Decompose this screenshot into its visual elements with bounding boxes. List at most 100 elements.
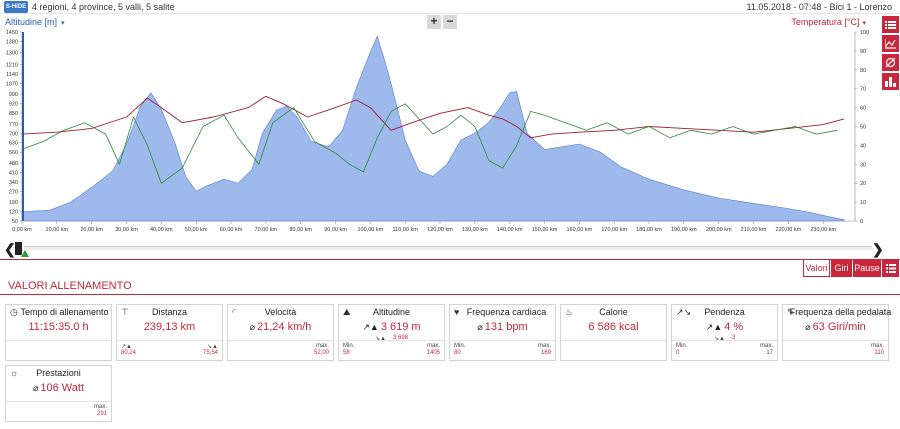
x-tick-label: 0,00 km: [12, 227, 32, 233]
card-title: Altitudine: [372, 307, 411, 317]
x-tick-label: 230,00 km: [810, 227, 836, 233]
navigator-track[interactable]: [24, 246, 872, 250]
y-left-tick-label: 410: [9, 170, 18, 176]
card-divider: [672, 340, 777, 341]
x-tick-label: 220,00 km: [776, 227, 802, 233]
chevron-left-icon[interactable]: ❮: [4, 241, 16, 257]
tab-giri[interactable]: Giri: [831, 260, 852, 277]
card-frequenza-cardiaca: ♥ Frequenza cardiaca ⌀ 131 bpm Min. 80 ma…: [449, 304, 556, 361]
max-label: max.: [315, 343, 329, 349]
card-title: Distanza: [151, 307, 187, 317]
y-right-tick-label: 0: [860, 219, 863, 225]
x-tick-label: 130,00 km: [462, 227, 488, 233]
card-pedalata: ✎ Frequenza della pedalata ⌀ 63 Giri/min …: [782, 304, 891, 361]
y-left-tick-label: 50: [12, 219, 18, 225]
card-divider: [450, 340, 555, 341]
min-value: 0: [676, 350, 680, 356]
max-value: 17: [766, 350, 773, 356]
y-right-tick-label: 70: [860, 87, 866, 93]
y-left-tick-label: 560: [9, 150, 18, 156]
max-label: max.: [537, 343, 551, 349]
list-icon[interactable]: [882, 260, 899, 277]
card-value: 11:15:35.0 h: [28, 321, 89, 333]
x-tick-label: 40,00 km: [150, 227, 173, 233]
max-value: 169: [540, 350, 551, 356]
y-right-tick-label: 100: [860, 30, 869, 36]
x-tick-label: 30,00 km: [115, 227, 138, 233]
y-left-tick-label: 1140: [6, 72, 18, 78]
y-left-tick-label: 770: [9, 122, 18, 128]
y-left-tick-label: 120: [9, 210, 18, 216]
y-left-tick-label: 190: [9, 200, 18, 206]
x-tick-label: 140,00 km: [497, 227, 523, 233]
y-right-tick-label: 20: [860, 181, 866, 187]
max-label: max.: [759, 343, 773, 349]
card-title: Frequenza cardiaca: [466, 307, 547, 317]
card-title: Pendenza: [704, 307, 745, 317]
altitude-area: [21, 35, 845, 222]
y-right-tick-label: 60: [860, 106, 866, 112]
left-axis-selector[interactable]: Altitudine [m] ▾: [5, 17, 65, 27]
card-value-row: ⌀ 106 Watt: [6, 382, 111, 394]
ride-time: 07:48: [798, 2, 822, 12]
right-axis-selector[interactable]: Temperatura [°C] ▾: [791, 17, 866, 27]
section-underline: [0, 294, 900, 295]
max-value: 52,00: [313, 350, 329, 356]
max-value: 1405: [426, 350, 440, 356]
distance-uphill: 80,24: [121, 350, 137, 356]
x-tick-label: 10,00 km: [46, 227, 69, 233]
caret-down-icon: ▾: [61, 20, 65, 27]
card-title: Prestazioni: [36, 368, 81, 378]
y-right-tick-label: 50: [860, 125, 866, 131]
card-value: 63 Giri/min: [812, 321, 866, 333]
uphill-icon: ↗▲: [705, 322, 723, 332]
zoom-in-button[interactable]: +: [427, 15, 441, 29]
y-left-tick-label: 920: [9, 102, 18, 108]
x-tick-label: 170,00 km: [601, 227, 627, 233]
avg-symbol: ⌀: [32, 383, 39, 393]
y-right-tick-label: 40: [860, 143, 866, 149]
card-title: Velocità: [264, 307, 297, 317]
tab-valori[interactable]: Valori: [803, 260, 830, 277]
y-left-tick-label: 480: [9, 161, 18, 167]
card-divider: [783, 340, 888, 341]
line-chart-icon[interactable]: [882, 35, 899, 52]
x-tick-label: 200,00 km: [706, 227, 732, 233]
card-divider: [6, 340, 111, 341]
y-left-tick-label: 700: [9, 131, 18, 137]
x-tick-label: 20,00 km: [80, 227, 103, 233]
y-right-tick-label: 90: [860, 49, 866, 55]
tab-pause[interactable]: Pause: [853, 260, 881, 277]
y-left-tick-label: 1300: [6, 50, 18, 56]
x-tick-label: 50,00 km: [185, 227, 208, 233]
card-value-row: ⌀ 21,24 km/h: [228, 321, 333, 333]
max-label: max.: [426, 343, 440, 349]
ride-user: Lorenzo: [859, 2, 892, 12]
bar-chart-icon[interactable]: [882, 73, 899, 90]
card-divider: [561, 340, 666, 341]
card-value: 3 619 m: [380, 321, 421, 333]
list-icon[interactable]: [882, 16, 899, 33]
chart-navigator[interactable]: ❮ ❯: [0, 240, 900, 258]
min-label: Min.: [343, 343, 355, 349]
ride-title: 4 regioni, 4 province, 5 valli, 5 salite: [32, 2, 175, 12]
zoom-out-button[interactable]: −: [443, 15, 457, 29]
x-tick-label: 150,00 km: [532, 227, 558, 233]
caret-down-icon: ▾: [862, 20, 866, 27]
max-value: 291: [96, 411, 107, 417]
y-right-tick-label: 80: [860, 68, 866, 74]
distance-downhill: 75,54: [202, 350, 218, 356]
ride-chart[interactable]: 1450138013001210114010709909208507707006…: [0, 28, 880, 240]
chevron-right-icon[interactable]: ❯: [872, 241, 884, 257]
card-divider: [228, 340, 333, 341]
y-left-tick-label: 1450: [6, 30, 18, 36]
card-pendenza: ↗↘ Pendenza ↗▲ 4 % ↘▲ -3 Min. 0 max. 17: [671, 304, 778, 361]
max-value: 110: [874, 350, 884, 356]
x-tick-label: 190,00 km: [671, 227, 697, 233]
y-left-tick-label: 990: [9, 92, 18, 98]
x-tick-label: 120,00 km: [427, 227, 453, 233]
card-value: 4 %: [724, 321, 744, 333]
x-tick-label: 110,00 km: [393, 227, 419, 233]
y-right-tick-label: 30: [860, 162, 866, 168]
no-pin-icon[interactable]: [882, 54, 899, 71]
